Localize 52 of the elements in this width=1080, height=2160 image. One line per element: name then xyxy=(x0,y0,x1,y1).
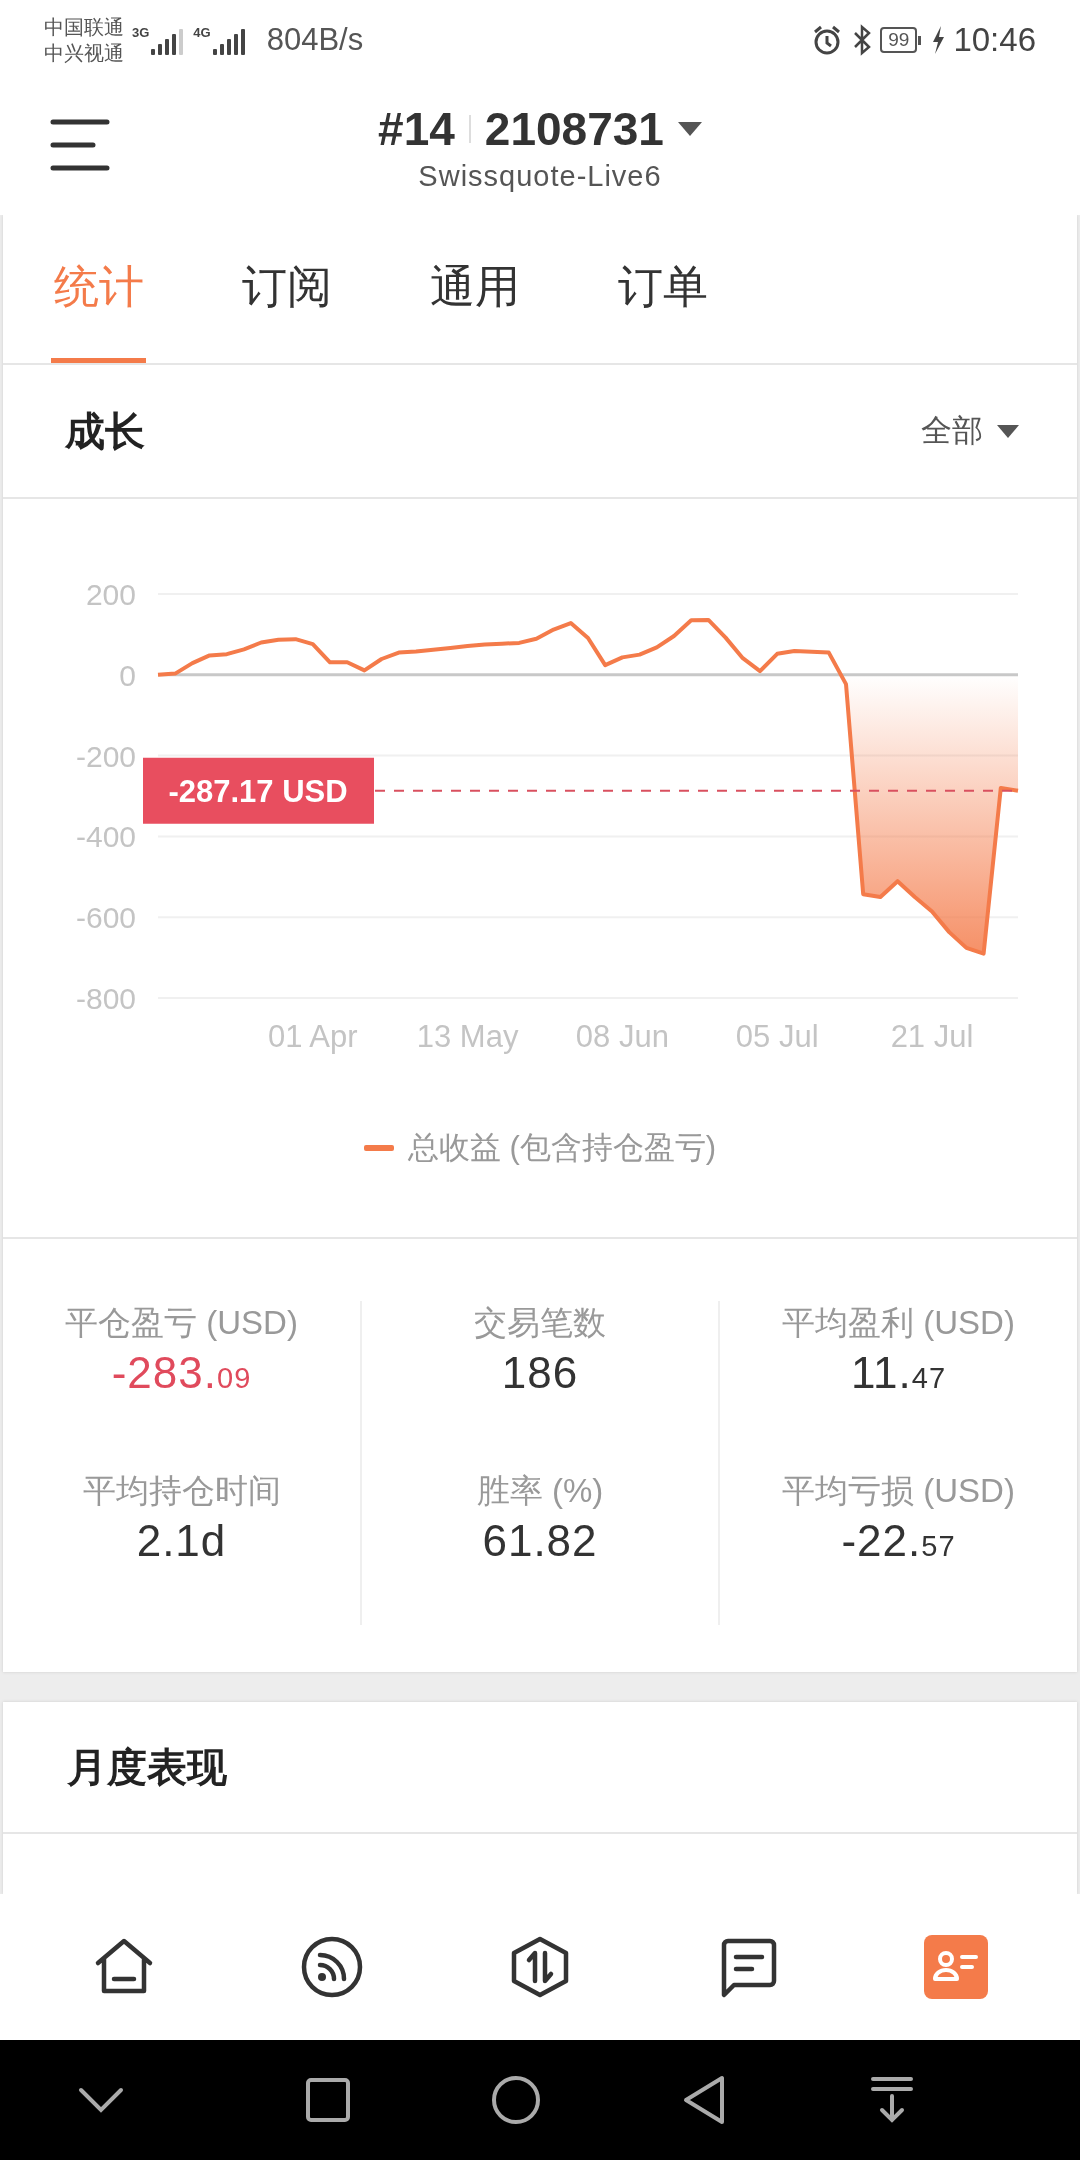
section-title: 月度表现 xyxy=(67,1743,227,1791)
y-axis-label: -600 xyxy=(75,901,136,935)
carrier-name: 中兴视通 xyxy=(44,41,124,66)
y-axis-label: -400 xyxy=(75,820,136,854)
menu-icon[interactable] xyxy=(50,118,110,172)
network-type-label: 4G xyxy=(193,25,211,40)
section-title: 成长 xyxy=(65,407,145,455)
battery-indicator: 99 xyxy=(880,27,918,53)
tab[interactable]: 订阅 xyxy=(239,215,334,363)
value-tag: -287.17 USD xyxy=(143,757,374,824)
legend-label: 总收益 (包含持仓盈亏) xyxy=(407,1129,717,1167)
account-id: 2108731 xyxy=(484,102,664,156)
circle-icon[interactable] xyxy=(491,2075,541,2125)
stat-label: 平仓盈亏 (USD) xyxy=(65,1303,298,1343)
dropdown-caret-icon[interactable] xyxy=(677,122,702,136)
account-number: #14 xyxy=(378,102,455,156)
caret-icon xyxy=(997,424,1019,438)
carrier-name: 中国联通 xyxy=(44,15,124,40)
x-axis-label: 01 Apr xyxy=(268,1019,358,1054)
square-icon[interactable] xyxy=(305,2077,351,2123)
legend-marker xyxy=(363,1145,394,1151)
status-time: 10:46 xyxy=(953,21,1036,59)
charging-icon xyxy=(931,25,946,55)
network-speed: 804B/s xyxy=(266,22,364,58)
stat-value: 2.1d xyxy=(136,1516,227,1566)
server-name: Swissquote-Live6 xyxy=(418,160,662,193)
stat-value: 186 xyxy=(501,1348,579,1398)
collapse-chevron-icon[interactable] xyxy=(78,2087,124,2113)
bluetooth-icon xyxy=(852,23,873,57)
stat-label: 交易笔数 xyxy=(474,1303,606,1343)
stat-value: 61.82 xyxy=(482,1516,598,1566)
x-axis-label: 08 Jun xyxy=(575,1019,669,1054)
y-axis-label: 0 xyxy=(119,658,136,692)
stat-label: 平均亏损 (USD) xyxy=(782,1471,1015,1511)
pull-down-icon[interactable] xyxy=(870,2076,914,2124)
x-axis-label: 13 May xyxy=(416,1019,519,1054)
y-axis-label: -200 xyxy=(75,739,136,773)
range-dropdown[interactable]: 全部 xyxy=(921,410,1019,452)
x-axis-label: 05 Jul xyxy=(735,1019,819,1054)
profile-card-icon[interactable] xyxy=(924,1935,988,1999)
tab[interactable]: 订单 xyxy=(615,215,710,363)
stat-label: 平均盈利 (USD) xyxy=(782,1303,1015,1343)
annotation: -287.17 USD xyxy=(168,773,348,809)
stat-label: 平均持仓时间 xyxy=(82,1471,281,1511)
network-type-label: 3G xyxy=(132,25,150,40)
x-axis-label: 21 Jul xyxy=(890,1019,974,1054)
rss-feed-icon[interactable] xyxy=(300,1935,364,1999)
stat-label: 胜率 (%) xyxy=(476,1471,604,1511)
tab[interactable]: 通用 xyxy=(427,215,522,363)
y-axis-label: -800 xyxy=(75,982,136,1015)
back-triangle-icon[interactable] xyxy=(682,2075,726,2125)
y-axis-label: 200 xyxy=(85,578,136,611)
